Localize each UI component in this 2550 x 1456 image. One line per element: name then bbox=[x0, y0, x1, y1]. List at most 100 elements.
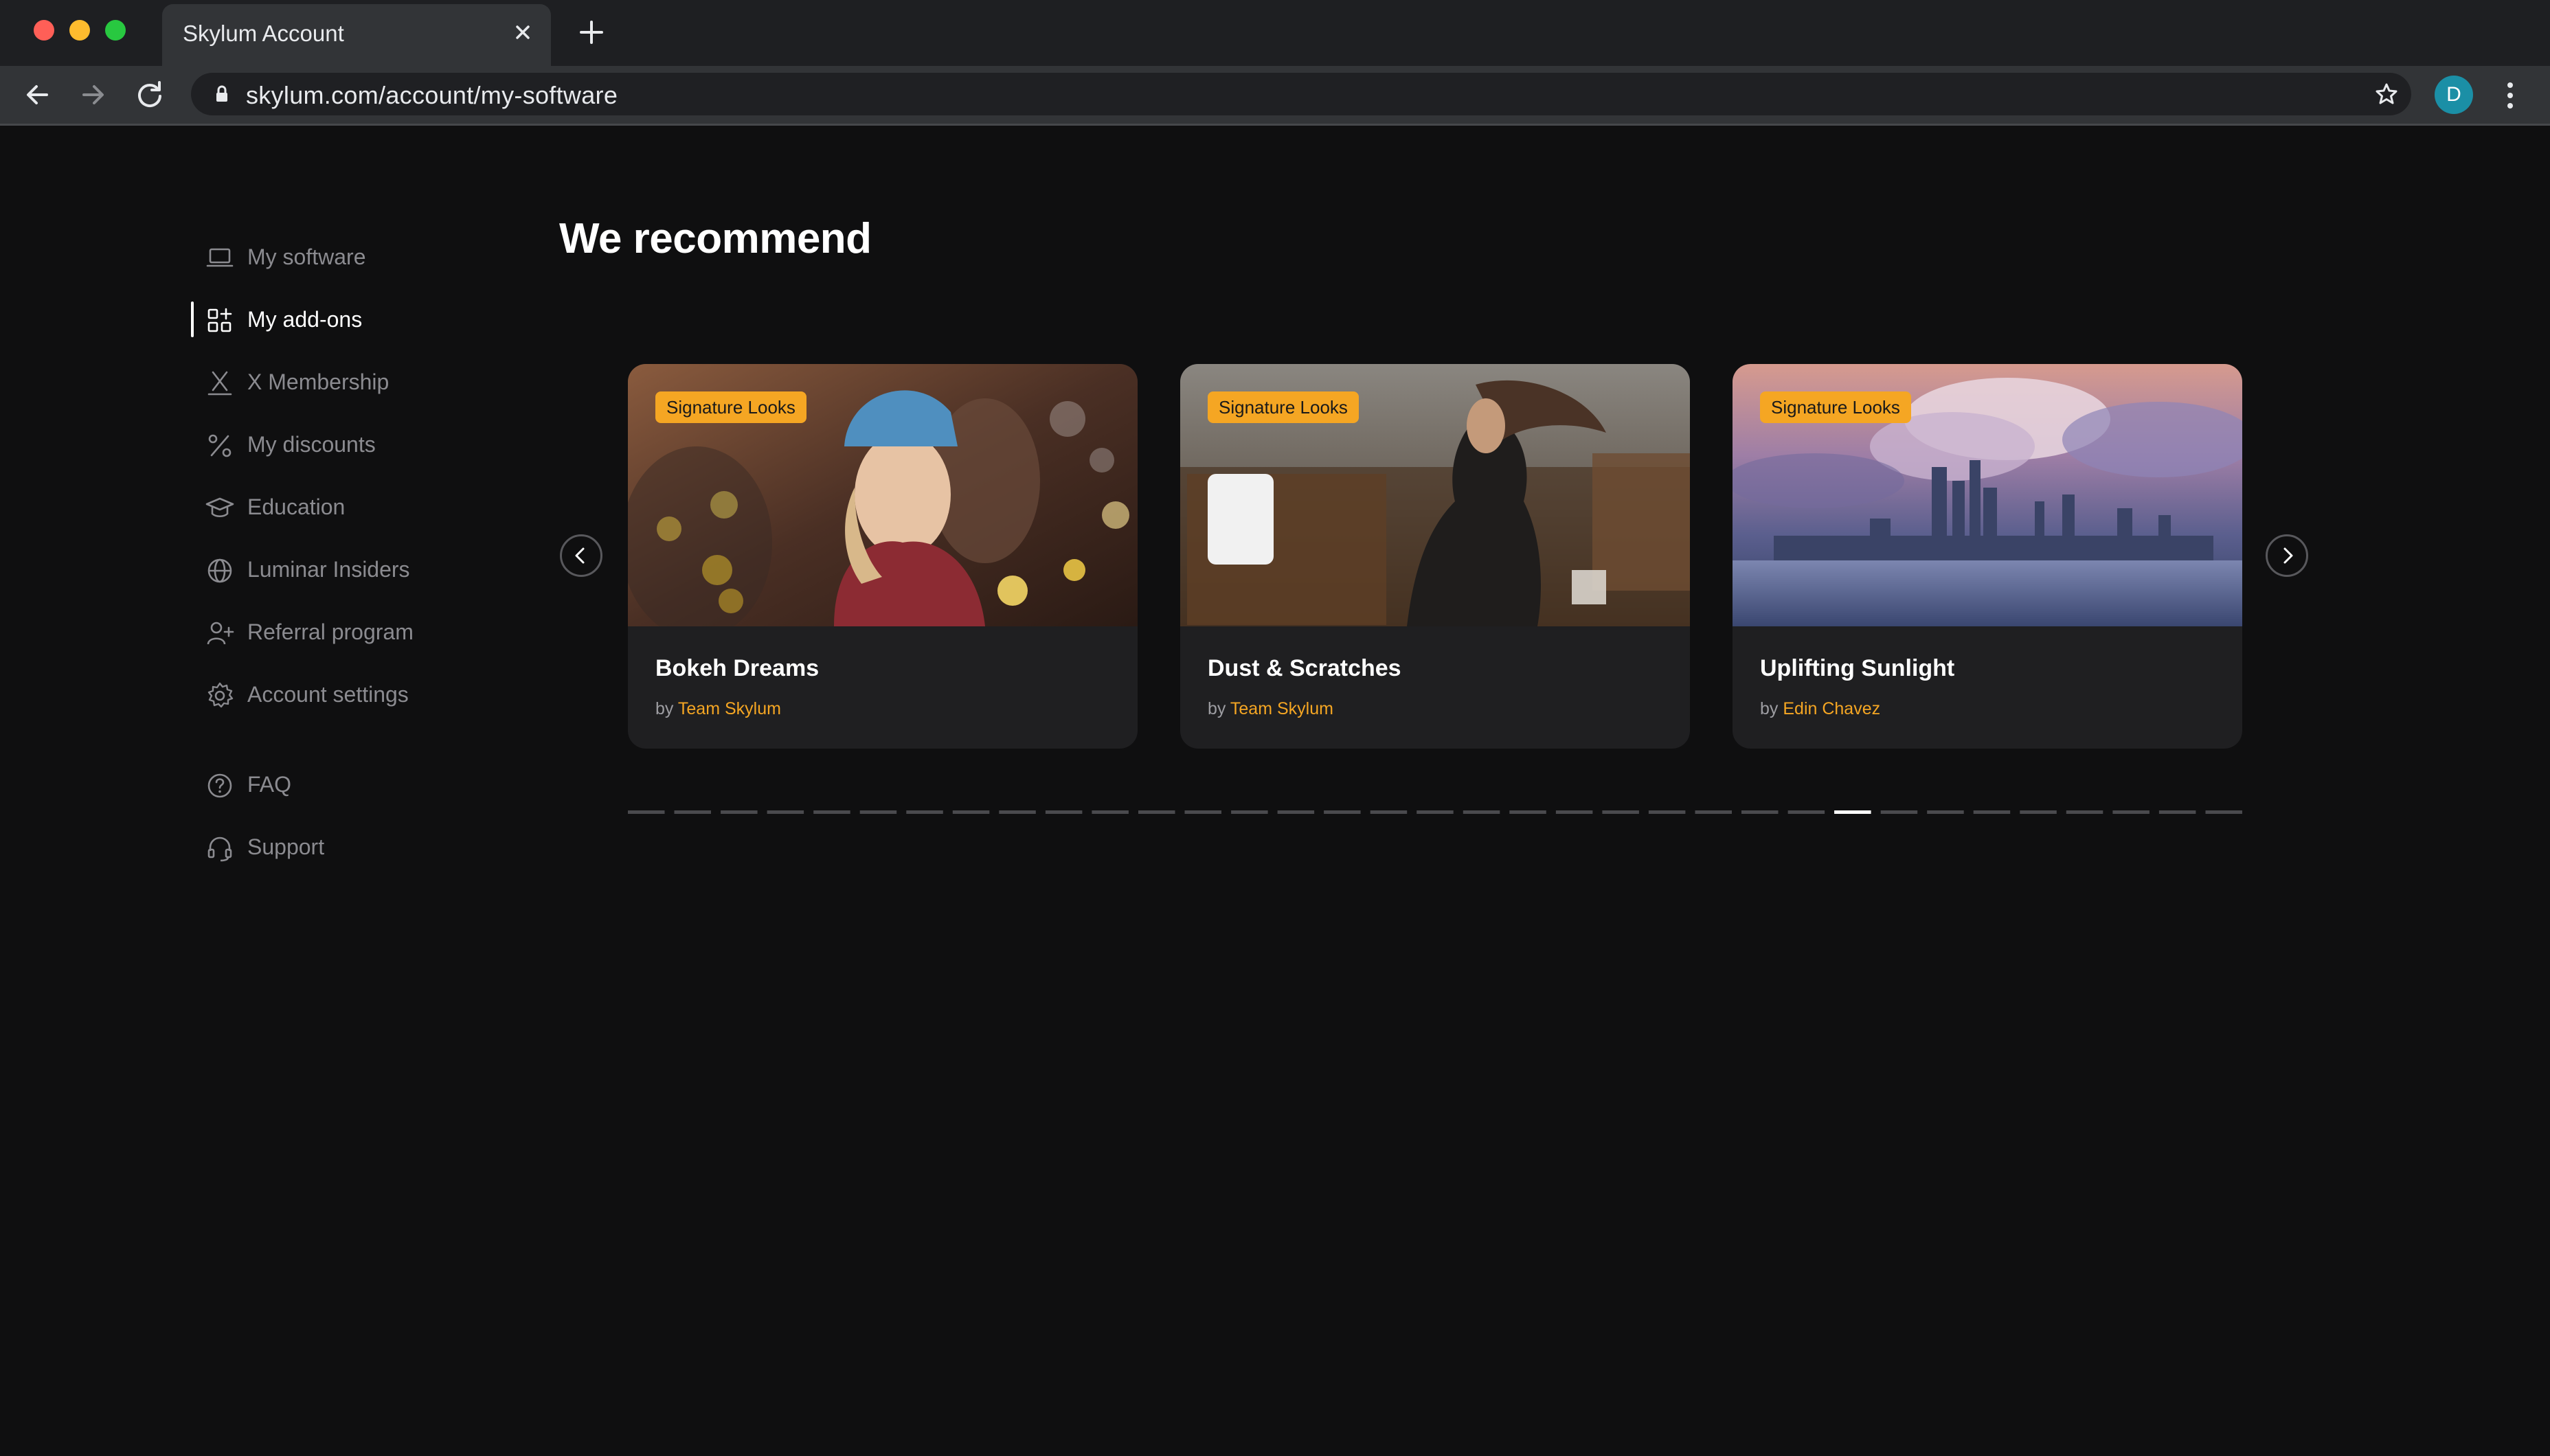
sidebar-item-my-software[interactable]: My software bbox=[188, 234, 545, 282]
card-badge: Signature Looks bbox=[1760, 391, 1911, 423]
card-by-prefix: by bbox=[1208, 699, 1226, 718]
pagination-dash[interactable] bbox=[1927, 810, 1964, 814]
pagination-dash[interactable] bbox=[1648, 810, 1686, 814]
card-byline: by Team Skylum bbox=[655, 699, 781, 719]
pagination-dash[interactable] bbox=[2066, 810, 2103, 814]
sidebar-item-label: Account settings bbox=[247, 682, 409, 707]
url-text: skylum.com/account/my-software bbox=[246, 81, 618, 109]
question-circle-icon bbox=[205, 771, 235, 801]
pagination-dash[interactable] bbox=[1324, 810, 1361, 814]
minimize-window-button[interactable] bbox=[69, 20, 90, 41]
sidebar-item-my-add-ons[interactable]: My add-ons bbox=[188, 296, 545, 344]
sidebar-item-label: Support bbox=[247, 834, 325, 859]
pagination-dash[interactable] bbox=[859, 810, 897, 814]
card-byline: by Team Skylum bbox=[1208, 699, 1333, 719]
sidebar-item-label: Luminar Insiders bbox=[247, 557, 410, 582]
pagination-dash[interactable] bbox=[1045, 810, 1083, 814]
pagination-dash[interactable] bbox=[2205, 810, 2243, 814]
pagination-dash[interactable] bbox=[1184, 810, 1222, 814]
profile-avatar[interactable]: D bbox=[2435, 76, 2473, 114]
pagination-dash[interactable] bbox=[1463, 810, 1500, 814]
pagination-dash[interactable] bbox=[1741, 810, 1779, 814]
lock-icon bbox=[212, 84, 232, 104]
sidebar-item-x-membership[interactable]: X Membership bbox=[188, 359, 545, 407]
sidebar-item-label: My add-ons bbox=[247, 307, 363, 332]
sidebar-item-label: Education bbox=[247, 494, 346, 519]
pagination-dash[interactable] bbox=[2020, 810, 2057, 814]
card-author-link[interactable]: Team Skylum bbox=[1230, 699, 1333, 718]
pagination-dash[interactable] bbox=[721, 810, 758, 814]
percent-icon bbox=[205, 431, 235, 461]
pagination-dash[interactable] bbox=[906, 810, 943, 814]
pagination-dash[interactable] bbox=[1231, 810, 1268, 814]
sidebar-item-account-settings[interactable]: Account settings bbox=[188, 671, 545, 719]
carousel-next-button[interactable] bbox=[2266, 534, 2308, 577]
globe-icon bbox=[205, 556, 235, 586]
headset-icon bbox=[205, 833, 235, 863]
pagination-dash[interactable] bbox=[674, 810, 712, 814]
sidebar-item-label: My discounts bbox=[247, 432, 376, 457]
pagination-dash[interactable] bbox=[1695, 810, 1733, 814]
pagination-dash[interactable] bbox=[999, 810, 1036, 814]
sidebar-item-label: My software bbox=[247, 244, 366, 269]
carousel-prev-button[interactable] bbox=[560, 534, 602, 577]
browser-titlebar: Skylum Account bbox=[0, 0, 2550, 66]
pagination-dash[interactable] bbox=[813, 810, 850, 814]
card-title: Dust & Scratches bbox=[1208, 655, 1401, 681]
card-badge: Signature Looks bbox=[1208, 391, 1359, 423]
reload-icon[interactable] bbox=[131, 76, 169, 114]
maximize-window-button[interactable] bbox=[105, 20, 126, 41]
card-byline: by Edin Chavez bbox=[1760, 699, 1880, 719]
back-arrow-icon[interactable] bbox=[18, 76, 56, 114]
pagination-dash[interactable] bbox=[2158, 810, 2196, 814]
sidebar-item-support[interactable]: Support bbox=[188, 823, 545, 872]
close-window-button[interactable] bbox=[34, 20, 54, 41]
browser-tab[interactable]: Skylum Account bbox=[162, 4, 551, 66]
card-title: Bokeh Dreams bbox=[655, 655, 820, 681]
pagination-dash[interactable] bbox=[1880, 810, 1918, 814]
pagination-dash[interactable] bbox=[1417, 810, 1454, 814]
card-title: Uplifting Sunlight bbox=[1760, 655, 1955, 681]
x-membership-icon bbox=[205, 368, 235, 398]
laptop-icon bbox=[205, 243, 235, 273]
pagination-dash[interactable] bbox=[628, 810, 665, 814]
addon-card-dust-scratches[interactable]: Signature Looks Dust & Scratches by Team… bbox=[1180, 364, 1690, 749]
addon-card-bokeh-dreams[interactable]: Signature Looks Bokeh Dreams by Team Sky… bbox=[628, 364, 1138, 749]
tab-title: Skylum Account bbox=[183, 21, 344, 46]
chevron-right-icon bbox=[2283, 547, 2293, 564]
sidebar-item-education[interactable]: Education bbox=[188, 484, 545, 532]
pagination-dash[interactable] bbox=[1973, 810, 2011, 814]
gear-icon bbox=[205, 681, 235, 711]
pagination-dash[interactable] bbox=[952, 810, 990, 814]
bookmark-star-icon[interactable] bbox=[2373, 80, 2400, 108]
sidebar-item-label: Referral program bbox=[247, 619, 414, 644]
addon-card-uplifting-sunlight[interactable]: Signature Looks Uplifting Sunlight by Ed… bbox=[1733, 364, 2242, 749]
pagination-dash[interactable] bbox=[1787, 810, 1825, 814]
sidebar-item-faq[interactable]: FAQ bbox=[188, 761, 545, 809]
sidebar-item-my-discounts[interactable]: My discounts bbox=[188, 421, 545, 469]
pagination-dash[interactable] bbox=[1138, 810, 1175, 814]
card-author-link[interactable]: Team Skylum bbox=[678, 699, 781, 718]
browser-toolbar: skylum.com/account/my-software D bbox=[0, 66, 2550, 126]
pagination-dash[interactable] bbox=[1092, 810, 1129, 814]
pagination-dash[interactable] bbox=[1602, 810, 1639, 814]
sidebar-item-luminar-insiders[interactable]: Luminar Insiders bbox=[188, 546, 545, 594]
pagination-dash[interactable] bbox=[1509, 810, 1546, 814]
close-icon[interactable] bbox=[510, 19, 536, 45]
sidebar-item-referral-program[interactable]: Referral program bbox=[188, 608, 545, 657]
pagination-dash[interactable] bbox=[1370, 810, 1408, 814]
sidebar-item-label: FAQ bbox=[247, 772, 292, 797]
pagination-dash-active[interactable] bbox=[1834, 810, 1871, 814]
browser-menu-icon[interactable] bbox=[2501, 78, 2520, 113]
pagination-dash[interactable] bbox=[2112, 810, 2150, 814]
card-badge: Signature Looks bbox=[655, 391, 806, 423]
chevron-left-icon bbox=[575, 547, 585, 564]
card-author-link[interactable]: Edin Chavez bbox=[1783, 699, 1880, 718]
address-bar[interactable]: skylum.com/account/my-software bbox=[191, 73, 2411, 115]
pagination-dash[interactable] bbox=[1555, 810, 1593, 814]
pagination-dash[interactable] bbox=[1277, 810, 1315, 814]
carousel-pagination bbox=[628, 810, 2243, 814]
forward-arrow-icon[interactable] bbox=[74, 76, 113, 114]
pagination-dash[interactable] bbox=[767, 810, 804, 814]
new-tab-plus-icon[interactable] bbox=[576, 16, 607, 48]
